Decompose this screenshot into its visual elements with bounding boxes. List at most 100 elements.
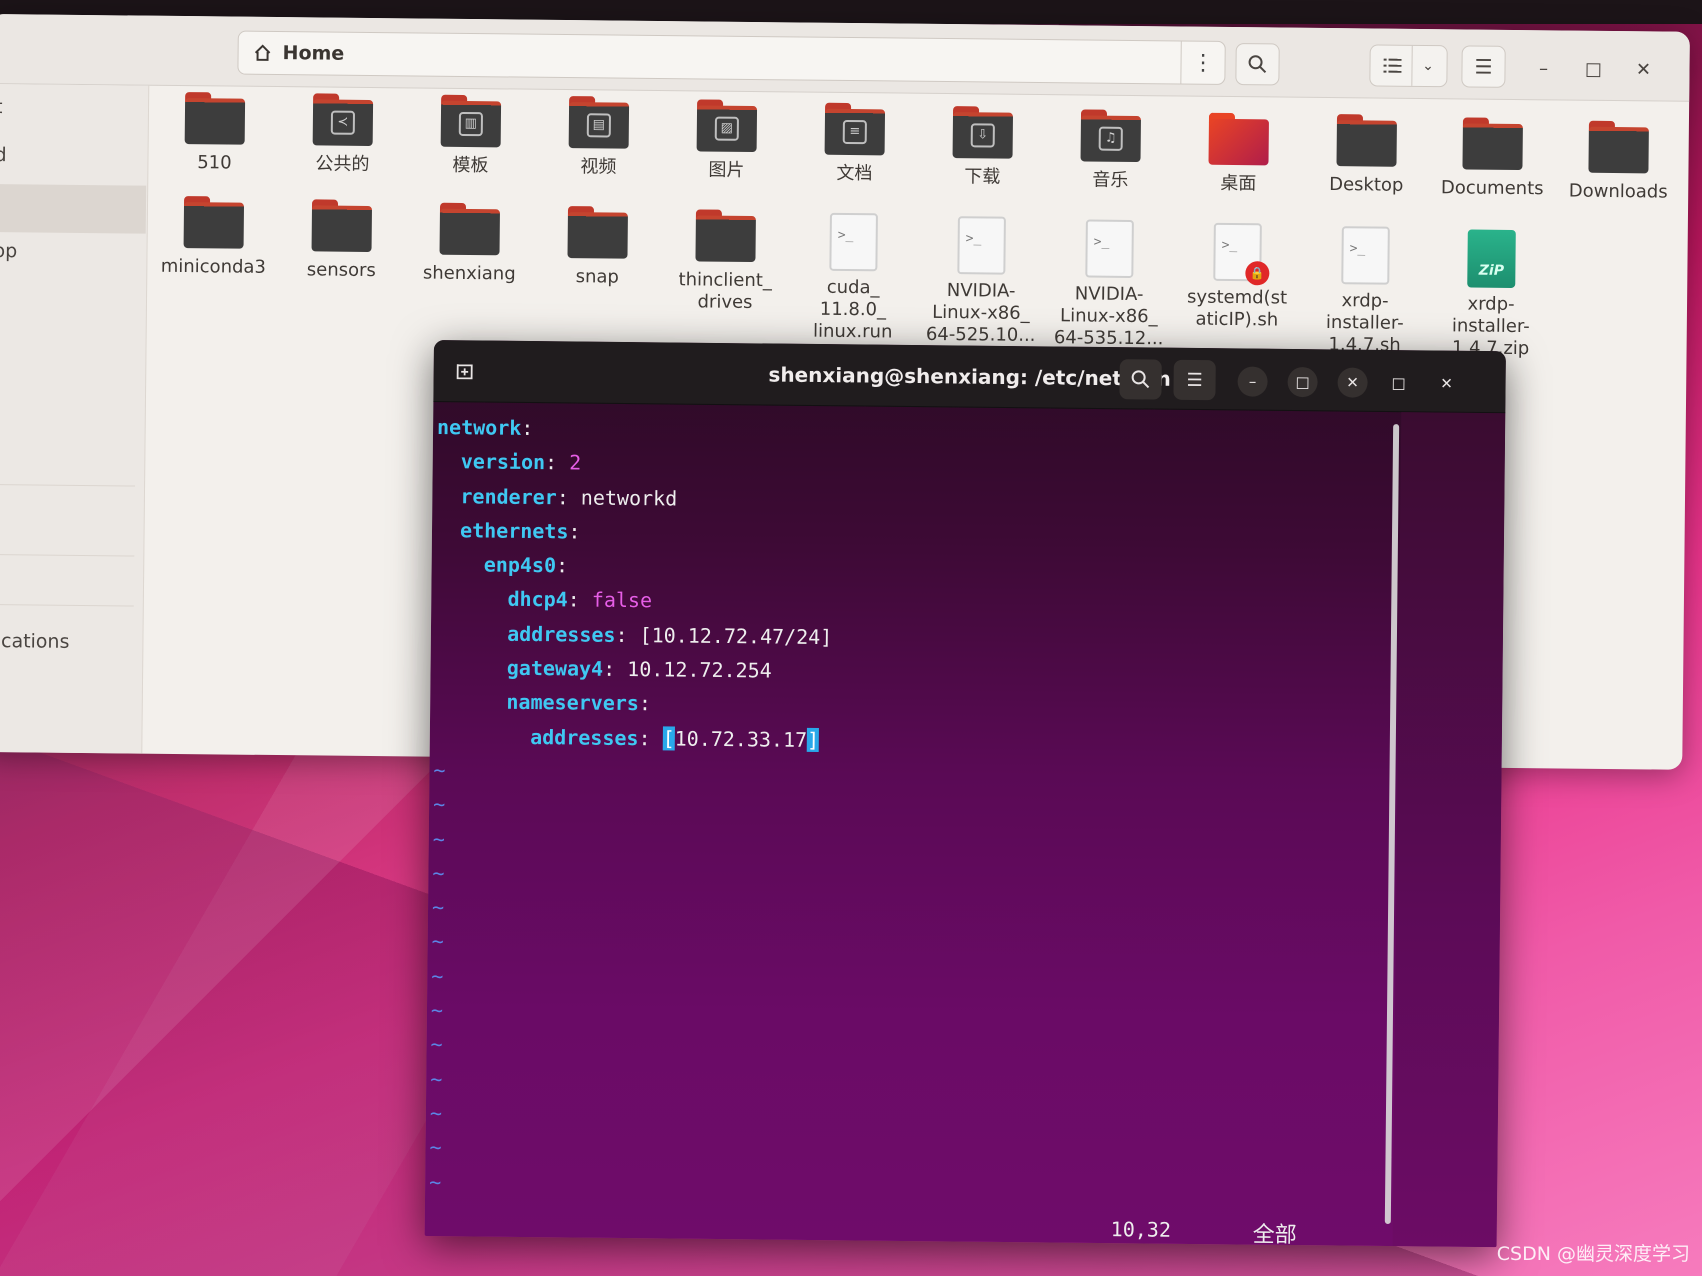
folder-item[interactable]: Documents <box>1432 117 1553 200</box>
file-label: systemd(st aticIP).sh <box>1187 286 1288 331</box>
yaml-key: renderer <box>460 483 557 509</box>
sidebar-item-selected[interactable] <box>0 183 147 234</box>
hamburger-icon: ☰ <box>1186 369 1203 391</box>
folder-label: sensors <box>306 259 376 282</box>
chevron-down-icon: ⌄ <box>1422 58 1434 75</box>
folder-label: 视频 <box>580 156 617 178</box>
path-label: Home <box>282 42 345 65</box>
file-item[interactable]: >_ xrdp- installer- 1.4.7.sh <box>1304 226 1425 357</box>
search-icon <box>1131 370 1150 389</box>
status-file-info: "01-network-manager-all.yaml" 10L, 202B <box>477 1234 947 1247</box>
status-scroll-indicator: 全部 <box>1252 1222 1297 1248</box>
path-menu-button[interactable]: ⋮ <box>1180 41 1225 84</box>
folder-icon <box>695 209 756 263</box>
folder-item[interactable]: snap <box>537 206 658 289</box>
folder-icon <box>311 199 373 253</box>
folder-item[interactable]: ♫ 音乐 <box>1050 109 1171 192</box>
file-item[interactable]: ZiP xrdp- installer- 1.4.7.zip <box>1430 229 1551 360</box>
empty-line-marker: ~ <box>430 998 444 1023</box>
folder-icon <box>1588 120 1649 174</box>
picture-icon: ▨ <box>714 116 739 141</box>
sidebar-divider <box>0 553 135 557</box>
file-item[interactable]: >_ 🔒 systemd(st aticIP).sh <box>1177 222 1298 331</box>
script-file-icon: >_ <box>829 212 878 272</box>
empty-line-marker: ~ <box>429 1135 442 1160</box>
sidebar-item-other-locations[interactable]: ocations <box>0 630 70 653</box>
outer-close-button[interactable]: ✕ <box>1431 368 1461 398</box>
script-file-icon: >_ <box>1341 226 1390 285</box>
yaml-key: network <box>436 415 522 440</box>
folder-item[interactable]: Downloads <box>1558 120 1679 203</box>
desktop-folder-icon <box>1208 112 1269 166</box>
terminal-close-button[interactable]: ✕ <box>1337 367 1368 398</box>
script-file-icon: >_ <box>1085 219 1134 278</box>
empty-line-marker: ~ <box>431 929 444 954</box>
vim-status-line: "01-network-manager-all.yaml" 10L, 202B … <box>429 1210 1389 1247</box>
folder-item[interactable]: ▥ 模板 <box>410 94 531 177</box>
sidebar-item[interactable]: op <box>0 240 17 262</box>
search-button[interactable] <box>1235 43 1280 86</box>
folder-icon <box>439 202 501 256</box>
folder-label: Desktop <box>1329 174 1404 196</box>
minimize-button[interactable]: – <box>1529 54 1557 82</box>
yaml-value: [10.12.72.47/24] <box>639 622 833 649</box>
folder-icon: ▥ <box>440 94 502 148</box>
empty-line-marker: ~ <box>431 963 444 988</box>
folder-item[interactable]: Desktop <box>1306 114 1427 197</box>
folder-label: Downloads <box>1568 180 1668 203</box>
terminal-headerbar: shenxiang@shenxiang: /etc/netplan ☰ – □ … <box>433 340 1506 414</box>
yaml-key: dhcp4 <box>507 587 568 612</box>
file-item[interactable]: >_ cuda_ 11.8.0_ linux.run <box>793 212 914 343</box>
yaml-key: version <box>460 449 546 475</box>
folder-icon: ♫ <box>1080 109 1142 163</box>
folder-icon: ≡ <box>824 102 886 156</box>
empty-line-marker: ~ <box>429 1169 442 1194</box>
yaml-key: enp4s0 <box>483 552 557 578</box>
main-menu-button[interactable]: ☰ <box>1461 45 1506 88</box>
folder-item[interactable]: ▤ 视频 <box>538 96 659 179</box>
folder-item[interactable]: sensors <box>281 199 402 282</box>
sidebar-item[interactable]: t <box>0 96 3 118</box>
sidebar-item[interactable]: d <box>0 144 7 166</box>
folder-item[interactable]: ≺ 公共的 <box>282 93 403 176</box>
file-label: xrdp- installer- 1.4.7.zip <box>1451 293 1530 360</box>
folder-item[interactable]: ⇩ 下载 <box>922 106 1043 189</box>
outer-maximize-button[interactable]: □ <box>1383 368 1413 398</box>
folder-item[interactable]: ▨ 图片 <box>666 99 787 182</box>
folder-item[interactable]: shenxiang <box>409 202 530 285</box>
empty-line-marker: ~ <box>432 826 445 851</box>
path-bar[interactable]: Home ⋮ <box>237 30 1226 85</box>
yaml-key: addresses <box>530 724 639 750</box>
terminal-maximize-button[interactable]: □ <box>1287 366 1318 398</box>
folder-icon <box>567 206 628 259</box>
file-label: NVIDIA- Linux-x86_ 64-525.10... <box>925 280 1036 346</box>
folder-label: thinclient_ drives <box>678 269 773 313</box>
file-item[interactable]: >_ NVIDIA- Linux-x86_ 64-525.10... <box>921 216 1042 347</box>
sidebar-divider <box>0 483 136 487</box>
video-icon: ▤ <box>586 113 611 138</box>
vim-buffer[interactable]: network: version: 2 renderer: networkd e… <box>429 410 1397 1209</box>
folder-icon <box>1336 114 1397 167</box>
maximize-button[interactable]: □ <box>1579 55 1607 83</box>
folder-icon: ▤ <box>568 96 630 149</box>
empty-line-marker: ~ <box>429 1100 443 1126</box>
folder-icon: ▨ <box>696 99 758 153</box>
view-toggle-button[interactable]: ⌄ <box>1369 44 1448 88</box>
terminal-minimize-button[interactable]: – <box>1237 366 1268 397</box>
list-view-icon <box>1383 58 1402 73</box>
close-button[interactable]: ✕ <box>1629 55 1657 83</box>
folder-item[interactable]: ≡ 文档 <box>794 102 915 185</box>
folder-item[interactable]: 510 <box>154 92 275 175</box>
empty-line-marker: ~ <box>433 792 446 817</box>
file-item[interactable]: >_ NVIDIA- Linux-x86_ 64-535.12... <box>1049 219 1170 350</box>
folder-label: 公共的 <box>315 153 370 175</box>
terminal-menu-button[interactable]: ☰ <box>1173 359 1216 401</box>
terminal-search-button[interactable] <box>1119 359 1162 400</box>
share-icon: ≺ <box>330 110 356 135</box>
folder-label: miniconda3 <box>160 255 267 278</box>
folder-item[interactable]: thinclient_ drives <box>665 209 786 314</box>
empty-line-marker: ~ <box>431 895 445 920</box>
folder-item[interactable]: miniconda3 <box>153 196 274 279</box>
folder-item[interactable]: 桌面 <box>1178 112 1299 195</box>
file-label: xrdp- installer- 1.4.7.sh <box>1325 290 1404 356</box>
